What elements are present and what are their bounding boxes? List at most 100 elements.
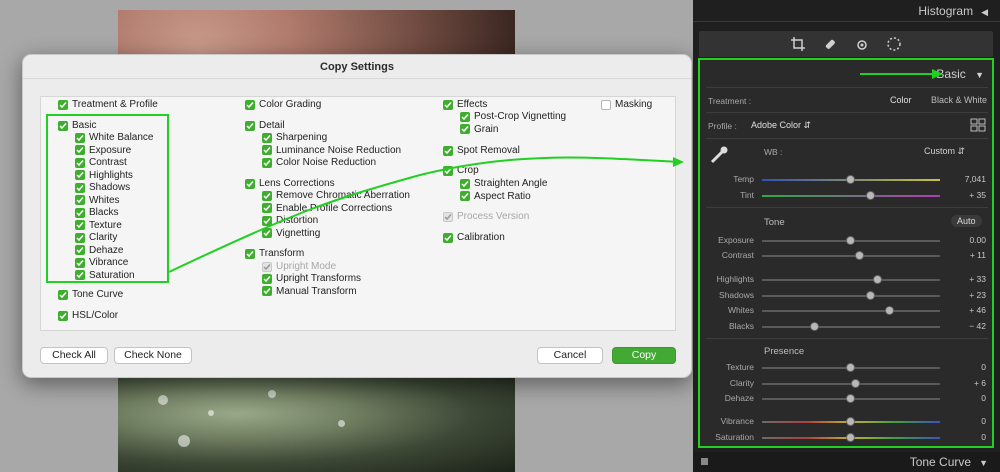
tone-section-label: Tone	[764, 217, 785, 228]
slider-value[interactable]: 0	[942, 432, 986, 442]
checkbox-transform[interactable]: Transform	[245, 248, 304, 259]
slider-track[interactable]	[762, 379, 940, 388]
slider-value[interactable]: + 33	[942, 274, 986, 284]
checkbox-spot-removal[interactable]: Spot Removal	[443, 145, 520, 156]
checkbox-lens-corrections[interactable]: Lens Corrections	[245, 178, 335, 189]
transform-sub-checkbox[interactable]: Upright Transforms	[262, 273, 361, 284]
slider-track[interactable]	[762, 251, 940, 260]
slider-thumb[interactable]	[846, 394, 855, 403]
checkbox-crop[interactable]: Crop	[443, 165, 479, 176]
eyedropper-icon[interactable]	[708, 144, 730, 166]
effects-sub-checkbox[interactable]: Post-Crop Vignetting	[460, 111, 566, 122]
slider-track[interactable]	[762, 363, 940, 372]
dialog-title: Copy Settings	[23, 55, 691, 79]
checkbox-treatment-profile[interactable]: Treatment & Profile	[58, 99, 158, 110]
slider-thumb[interactable]	[885, 306, 895, 315]
slider-thumb[interactable]	[846, 236, 855, 245]
copy-button[interactable]: Copy	[612, 347, 676, 364]
effects-sub-checkbox[interactable]: Grain	[460, 124, 498, 135]
slider-value[interactable]: + 11	[942, 250, 986, 260]
slider-track[interactable]	[762, 275, 940, 284]
tone-curve-header[interactable]: Tone Curve ▼	[693, 452, 1000, 472]
slider-value[interactable]: + 23	[942, 290, 986, 300]
detail-sub-checkbox[interactable]: Color Noise Reduction	[262, 157, 376, 168]
lens-sub-checkbox[interactable]: Remove Chromatic Aberration	[262, 190, 410, 201]
slider-thumb[interactable]	[846, 433, 855, 442]
collapse-triangle-icon: ▼	[975, 70, 984, 80]
slider-value[interactable]: 0	[942, 393, 986, 403]
slider-value[interactable]: 7,041	[942, 174, 986, 184]
treatment-color-option[interactable]: Color	[890, 95, 912, 105]
slider-track[interactable]	[762, 417, 940, 426]
lens-sub-checkbox[interactable]: Enable Profile Corrections	[262, 203, 392, 214]
slider-thumb[interactable]	[846, 363, 855, 372]
photo-preview-bottom	[118, 375, 515, 472]
check-all-button[interactable]: Check All	[40, 347, 108, 364]
checkbox-masking[interactable]: Masking	[601, 99, 652, 110]
slider-thumb[interactable]	[810, 322, 820, 331]
cancel-button[interactable]: Cancel	[537, 347, 603, 364]
checkbox-detail[interactable]: Detail	[245, 120, 285, 131]
checkbox-effects[interactable]: Effects	[443, 99, 487, 110]
slider-label: Shadows	[719, 290, 754, 300]
wb-select[interactable]: Custom ⇵	[924, 146, 965, 157]
slider-label: Dehaze	[724, 393, 754, 403]
collapse-triangle-icon: ▼	[979, 458, 988, 468]
collapse-triangle-icon: ◀	[981, 7, 988, 17]
slider-label: Blacks	[728, 321, 754, 331]
crop-sub-checkbox[interactable]: Aspect Ratio	[460, 191, 531, 202]
auto-tone-button[interactable]: Auto	[951, 215, 982, 227]
slider-label: Tint	[740, 190, 754, 200]
tool-strip	[699, 31, 993, 57]
slider-value[interactable]: 0	[942, 416, 986, 426]
lens-sub-checkbox[interactable]: Distortion	[262, 215, 318, 226]
crop-tool-icon[interactable]	[790, 36, 806, 52]
detail-sub-checkbox[interactable]: Luminance Noise Reduction	[262, 145, 401, 156]
histogram-header[interactable]: Histogram ◀	[693, 0, 1000, 22]
detail-sub-checkbox[interactable]: Sharpening	[262, 132, 327, 143]
slider-value[interactable]: 0.00	[942, 235, 986, 245]
basic-panel: Basic ▼ Treatment : Color Black & White …	[698, 58, 994, 448]
slider-track[interactable]	[762, 175, 940, 184]
slider-value[interactable]: 0	[942, 362, 986, 372]
slider-value[interactable]: + 6	[942, 378, 986, 388]
masking-tool-icon[interactable]	[886, 36, 902, 52]
basic-panel-header[interactable]: Basic ▼	[936, 67, 984, 81]
slider-thumb[interactable]	[851, 379, 861, 388]
crop-sub-checkbox[interactable]: Straighten Angle	[460, 178, 547, 189]
basic-group-highlight	[46, 114, 169, 283]
slider-value[interactable]: + 46	[942, 305, 986, 315]
slider-thumb[interactable]	[865, 291, 875, 300]
slider-value[interactable]: − 42	[942, 321, 986, 331]
slider-thumb[interactable]	[865, 191, 875, 200]
slider-thumb[interactable]	[854, 251, 864, 260]
wb-label: WB :	[764, 147, 783, 157]
slider-track[interactable]	[762, 291, 940, 300]
treatment-bw-option[interactable]: Black & White	[931, 95, 987, 105]
slider-value[interactable]: + 35	[942, 190, 986, 200]
slider-thumb[interactable]	[872, 275, 882, 284]
slider-thumb[interactable]	[846, 175, 855, 184]
check-none-button[interactable]: Check None	[114, 347, 192, 364]
slider-track[interactable]	[762, 433, 940, 442]
slider-track[interactable]	[762, 394, 940, 403]
transform-sub-checkbox[interactable]: Manual Transform	[262, 286, 357, 297]
checkbox-tone-curve[interactable]: Tone Curve	[58, 289, 123, 300]
profile-label: Profile :	[708, 121, 737, 131]
profile-browser-icon[interactable]	[970, 118, 986, 132]
slider-track[interactable]	[762, 322, 940, 331]
lens-sub-checkbox[interactable]: Vignetting	[262, 228, 320, 239]
slider-track[interactable]	[762, 306, 940, 315]
slider-label: Contrast	[721, 250, 754, 260]
healing-tool-icon[interactable]	[822, 36, 838, 52]
slider-label: Vibrance	[720, 416, 754, 426]
slider-track[interactable]	[762, 191, 940, 200]
checkbox-upright-mode: Upright Mode	[262, 261, 336, 272]
slider-thumb[interactable]	[846, 417, 855, 426]
checkbox-color-grading[interactable]: Color Grading	[245, 99, 321, 110]
profile-select[interactable]: Adobe Color ⇵	[751, 120, 811, 131]
red-eye-tool-icon[interactable]	[854, 36, 870, 52]
slider-track[interactable]	[762, 236, 940, 245]
checkbox-hsl-color[interactable]: HSL/Color	[58, 310, 118, 321]
checkbox-calibration[interactable]: Calibration	[443, 232, 505, 243]
